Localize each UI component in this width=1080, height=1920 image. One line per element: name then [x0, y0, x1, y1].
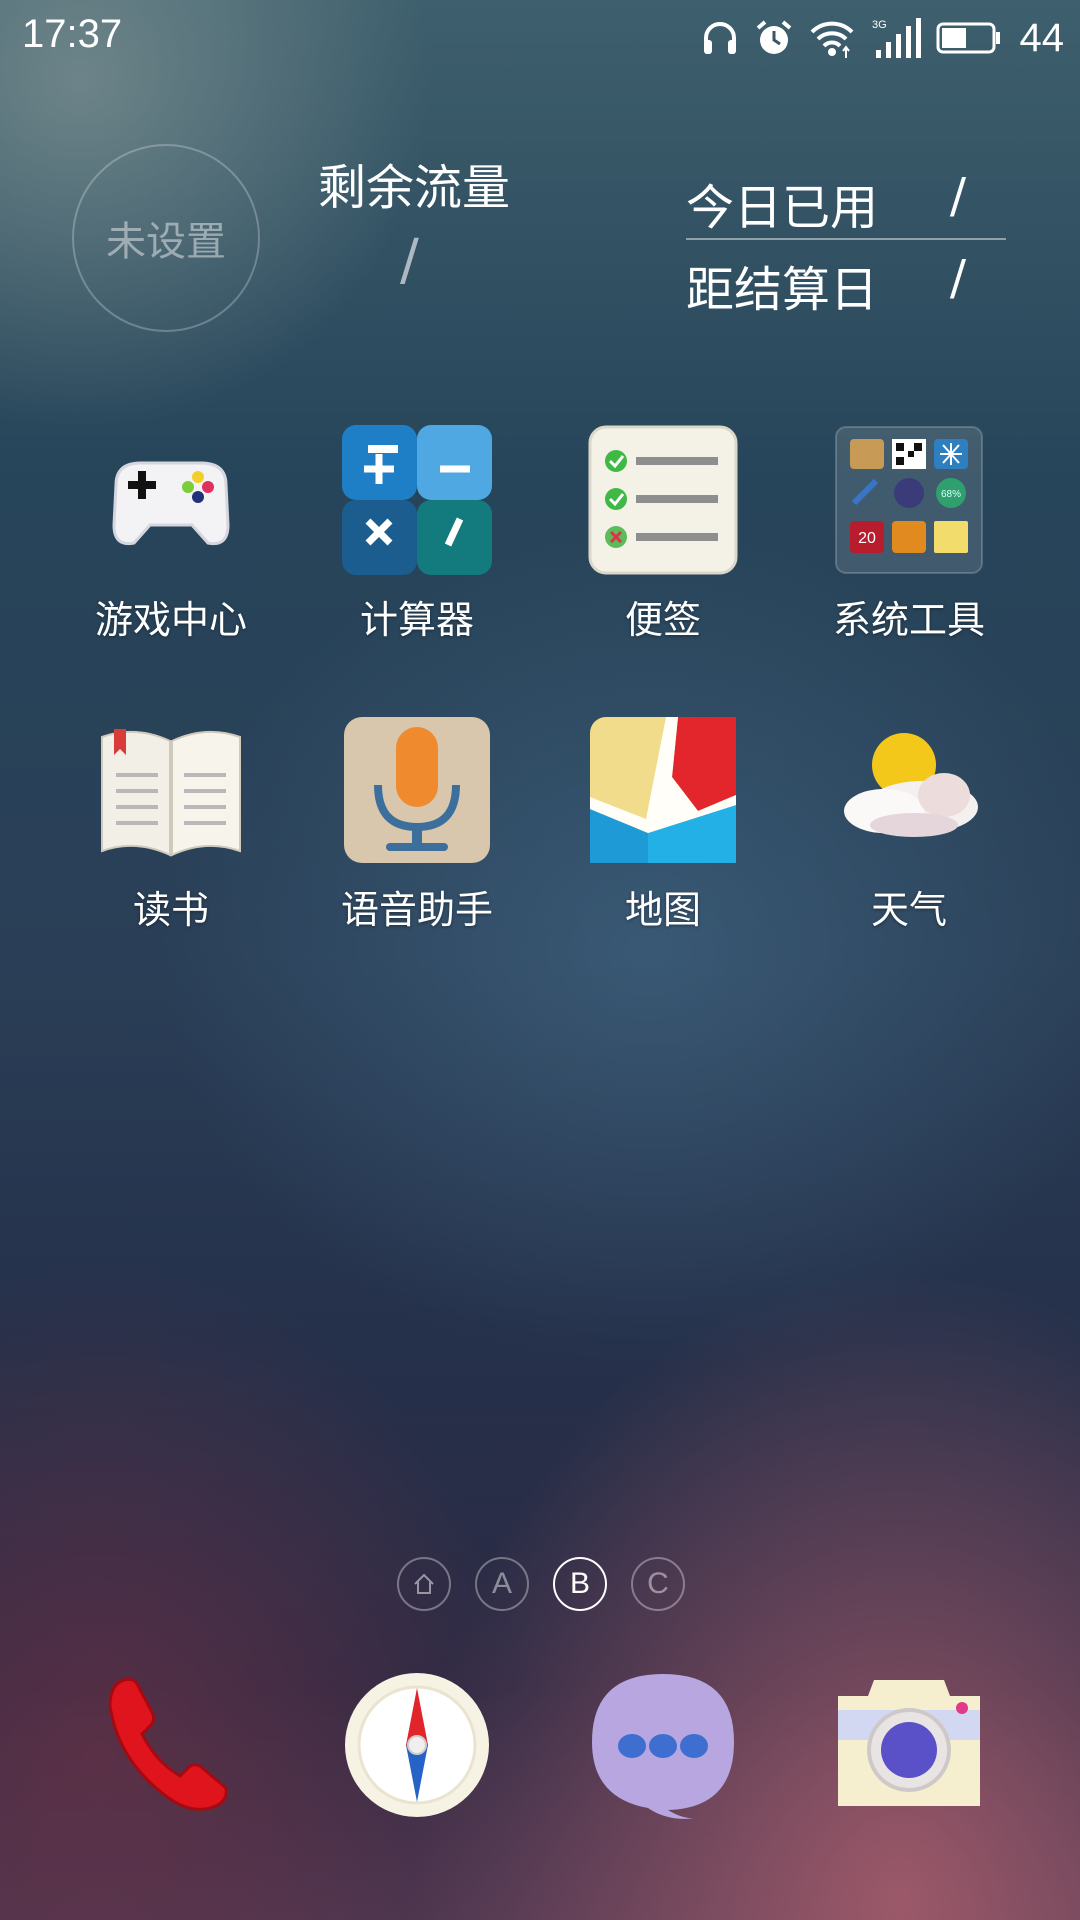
page-dot-home[interactable]: [397, 1557, 451, 1611]
app-label: 语音助手: [340, 888, 493, 932]
svg-text:20: 20: [858, 530, 876, 547]
microphone-icon: [344, 717, 490, 863]
data-usage-widget[interactable]: 未设置 剩余流量 / 今日已用 / 距结算日 /: [0, 140, 1080, 360]
status-bar: 17:37 3G 44: [0, 0, 1080, 76]
battery-icon: [936, 22, 1000, 54]
alarm-icon: [756, 20, 791, 54]
phone-icon: [108, 1677, 228, 1811]
home-icon: [414, 1573, 434, 1594]
headphones-icon: [703, 22, 736, 54]
app-label: 计算器: [359, 598, 474, 642]
today-used-row: 今日已用 /: [686, 168, 1006, 238]
notes-icon: [588, 425, 738, 575]
wifi-icon: [810, 21, 853, 58]
app-maps[interactable]: 地图: [540, 715, 786, 965]
dock-camera[interactable]: [786, 1670, 1032, 1830]
app-system-tools-folder[interactable]: 68% 20 系统工具: [786, 425, 1032, 675]
signal-icon: 3G: [872, 18, 921, 58]
remaining-data-title: 剩余流量: [318, 160, 511, 216]
app-notes[interactable]: 便签: [540, 425, 786, 675]
remaining-data-value: /: [400, 228, 419, 293]
app-calculator[interactable]: 计算器: [294, 425, 540, 675]
circle-label: 未设置: [106, 219, 226, 265]
dock: [0, 1670, 1080, 1830]
page-indicator: A B C: [0, 1557, 1080, 1613]
page-dot-a[interactable]: A: [475, 1557, 529, 1611]
app-label: 天气: [870, 888, 947, 932]
billing-day-row: 距结算日 /: [686, 250, 1006, 320]
battery-level: 44: [1019, 15, 1065, 60]
app-reading[interactable]: 读书: [48, 715, 294, 965]
status-icons: 3G 44: [700, 10, 1065, 66]
app-label: 游戏中心: [94, 598, 247, 642]
data-plan-circle[interactable]: 未设置: [72, 144, 260, 332]
weather-icon: [844, 733, 978, 837]
today-used-label: 今日已用: [686, 180, 879, 236]
days-to-billing-value: /: [949, 250, 966, 306]
app-label: 读书: [132, 888, 209, 932]
app-label: 地图: [624, 888, 701, 932]
svg-text:68%: 68%: [941, 489, 961, 500]
app-game-center[interactable]: 游戏中心: [48, 425, 294, 675]
days-to-billing-label: 距结算日: [686, 262, 879, 318]
map-icon: [590, 717, 736, 863]
compass-icon: [345, 1673, 489, 1817]
dock-messages[interactable]: [540, 1670, 786, 1830]
dock-browser[interactable]: [294, 1670, 540, 1830]
camera-icon: [838, 1680, 980, 1806]
book-icon: [101, 729, 241, 857]
calculator-icon: [342, 425, 492, 575]
messages-icon: [592, 1674, 734, 1819]
page-dot-b[interactable]: B: [553, 1557, 607, 1611]
dock-phone[interactable]: [48, 1670, 294, 1830]
svg-text:3G: 3G: [872, 19, 887, 31]
gamepad-icon: [112, 461, 230, 546]
folder-icon: 68% 20: [835, 426, 983, 574]
today-used-value: /: [949, 168, 966, 224]
app-label: 系统工具: [832, 598, 985, 642]
page-dot-c[interactable]: C: [631, 1557, 685, 1611]
clock: 17:37: [22, 12, 123, 56]
divider: [686, 238, 1006, 240]
app-voice-assistant[interactable]: 语音助手: [294, 715, 540, 965]
app-label: 便签: [624, 598, 701, 642]
app-weather[interactable]: 天气: [786, 715, 1032, 965]
